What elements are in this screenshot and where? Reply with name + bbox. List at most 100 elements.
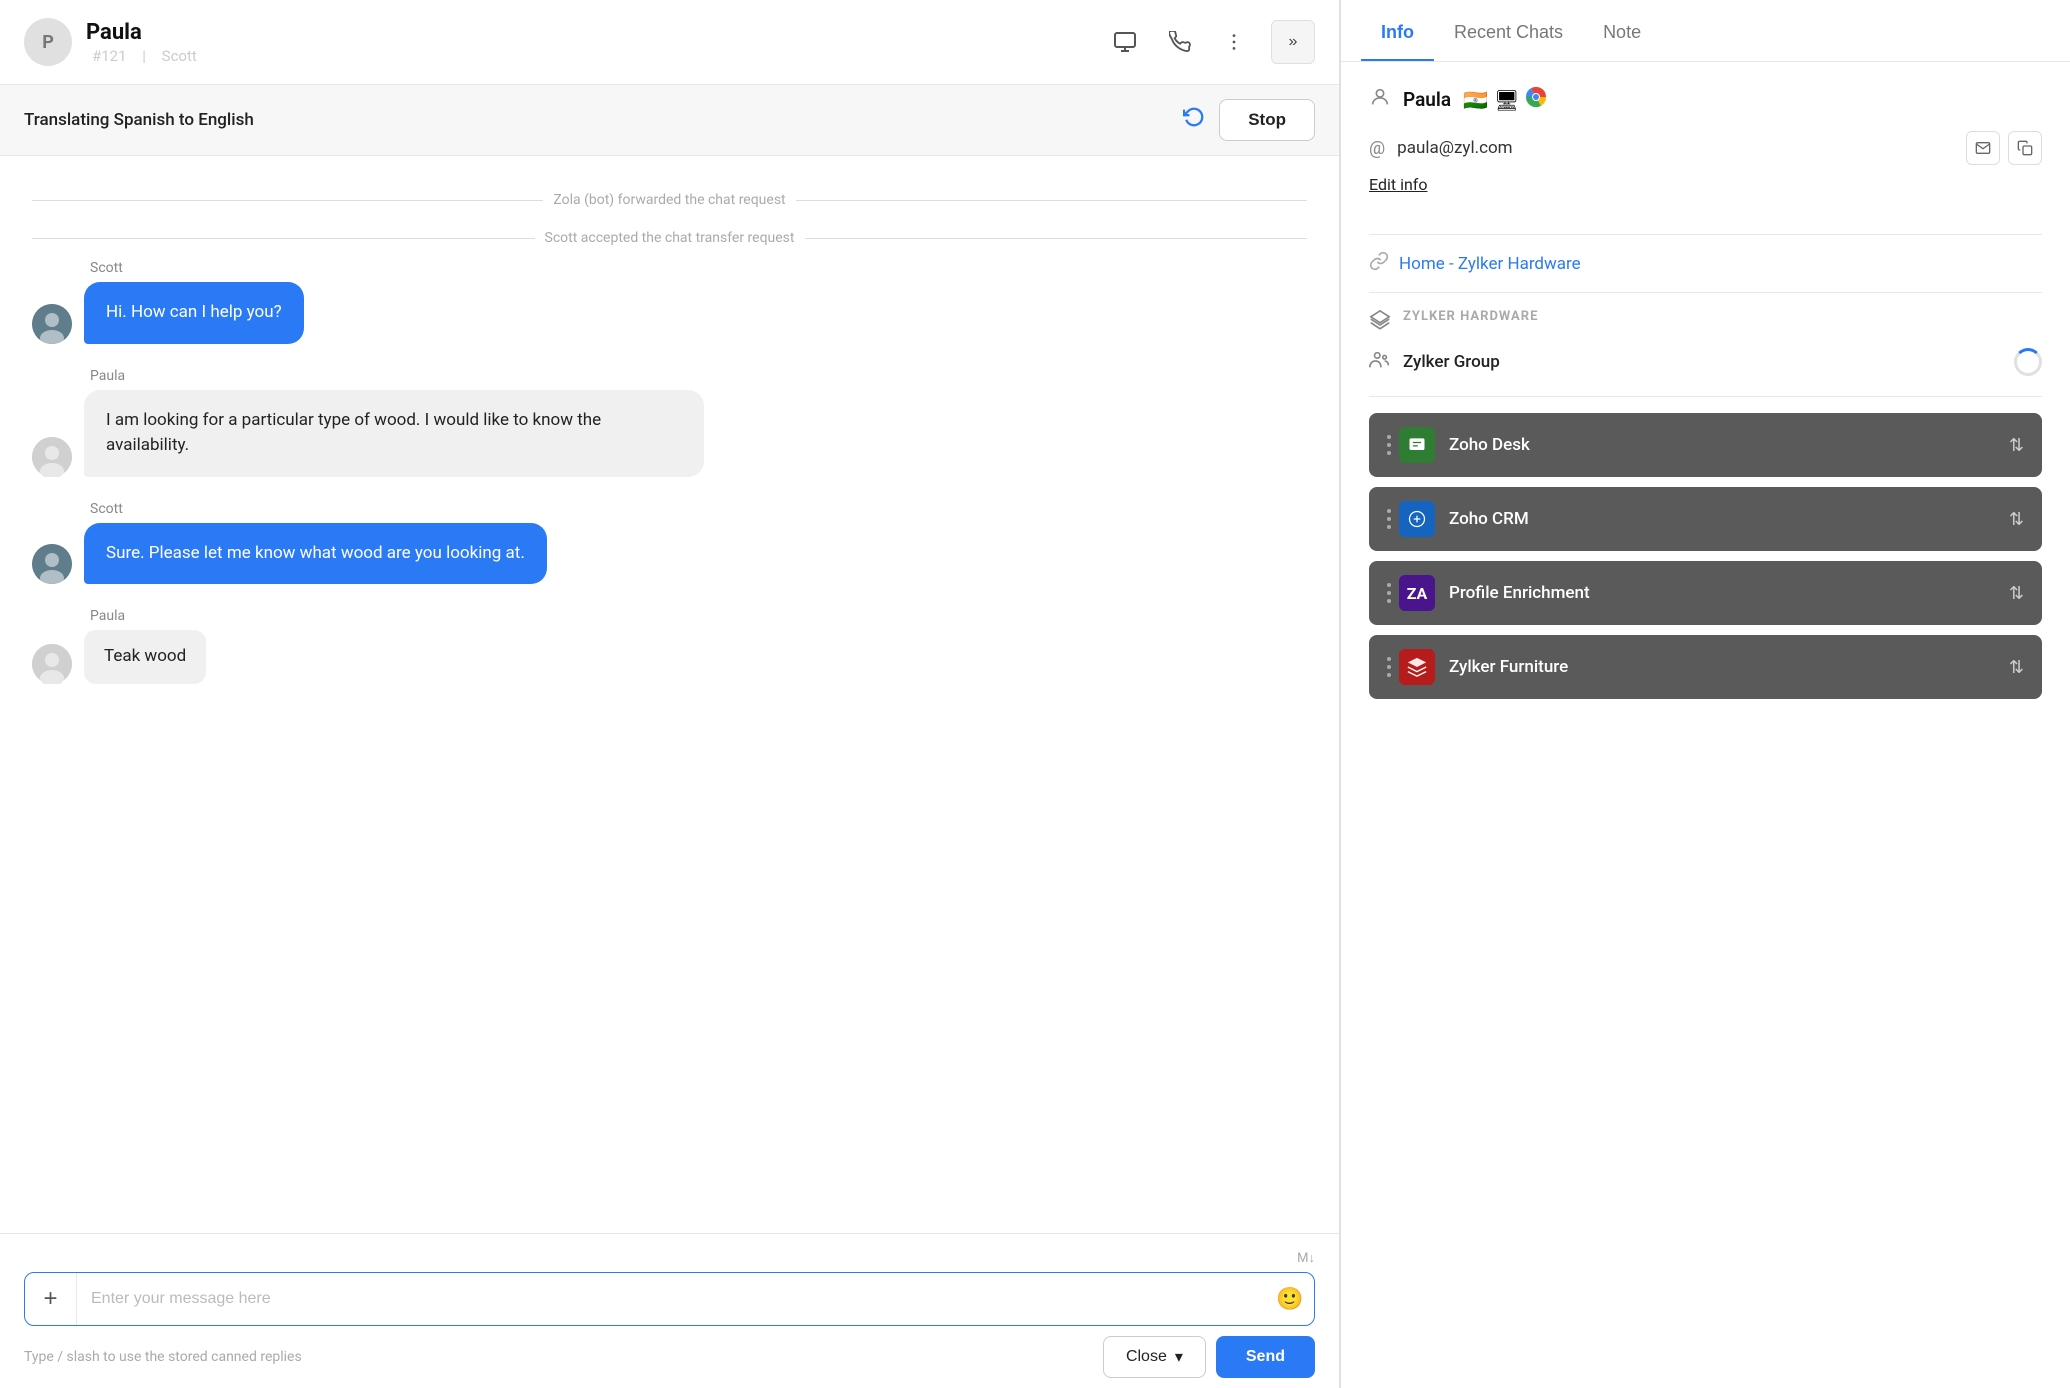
emoji-icon: 🙂 [1276,1286,1303,1312]
send-email-button[interactable] [1966,131,2000,165]
integration-zylker-furniture[interactable]: Zylker Furniture ⇅ [1369,635,2042,699]
screen-share-button[interactable] [1107,24,1143,60]
translation-actions: Stop [1183,99,1315,141]
message-bubble-2: I am looking for a particular type of wo… [84,390,704,477]
drag-handle-furniture [1387,657,1391,677]
integrations-section: Zoho Desk ⇅ Zoho CRM ⇅ [1369,413,2042,699]
sender-label-scott-2: Scott [90,501,1307,517]
link-icon [1369,251,1389,276]
message-row-2: I am looking for a particular type of wo… [32,390,1307,477]
sender-label-scott-1: Scott [90,260,1307,276]
integration-zoho-crm[interactable]: Zoho CRM ⇅ [1369,487,2042,551]
profile-enrichment-icon: ZA [1399,575,1435,611]
ticket-number: #121 [92,47,127,65]
integration-profile-enrichment[interactable]: ZA Profile Enrichment ⇅ [1369,561,2042,625]
copy-email-button[interactable] [2008,131,2042,165]
screen-share-icon [1113,30,1137,54]
message-group-2: Paula I am looking for a particular type… [32,368,1307,477]
scott-avatar-2 [32,544,72,584]
phone-button[interactable] [1163,25,1197,59]
message-input[interactable] [77,1273,1266,1325]
group-name: Zylker Group [1403,352,1500,372]
markdown-indicator: M↓ [24,1250,1315,1266]
copy-icon [2017,140,2033,156]
email-action-buttons [1966,131,2042,165]
divider-3 [1369,396,2042,397]
tab-recent-chats[interactable]: Recent Chats [1434,0,1583,61]
more-icon [1223,31,1245,53]
system-message-2: Scott accepted the chat transfer request [32,230,1307,246]
system-message-1: Zola (bot) forwarded the chat request [32,192,1307,208]
integration-zoho-desk[interactable]: Zoho Desk ⇅ [1369,413,2042,477]
footer-buttons: Close ▾ Send [1103,1336,1315,1378]
company-name-label: ZYLKER HARDWARE [1403,309,1538,324]
info-panel: Info Recent Chats Note Paula 🇮🇳 🖥 [1340,0,2070,1388]
translation-bar: Translating Spanish to English Stop [0,85,1339,156]
message-row-4: Teak wood [32,630,1307,684]
chat-header: P Paula #121 | Scott [0,0,1339,85]
group-loader [2014,348,2042,376]
input-area: M↓ + 🙂 Type / slash to use the stored ca… [0,1233,1339,1388]
stop-button[interactable]: Stop [1219,99,1315,141]
contact-row: Paula 🇮🇳 🖥 [1369,86,2042,113]
drag-handle-desk [1387,435,1391,455]
contact-person-icon [1369,86,1391,113]
more-options-button[interactable] [1217,25,1251,59]
agent-name: Scott [162,47,197,65]
divider-1 [1369,234,2042,235]
expand-button[interactable]: » [1271,20,1315,64]
info-content: Paula 🇮🇳 🖥 [1341,62,2070,1388]
browser-mac-icon: 🖥 [1494,88,1519,112]
company-section: ZYLKER HARDWARE Zylker Group [1369,309,2042,380]
header-subtitle: #121 | Scott [86,47,1107,65]
contact-avatar: P [24,18,72,66]
refresh-icon [1183,106,1205,128]
tab-note[interactable]: Note [1583,0,1661,61]
scott-avatar-img-2 [32,544,72,584]
tab-info[interactable]: Info [1361,0,1434,61]
zoho-desk-icon [1399,427,1435,463]
message-group-4: Paula Teak wood [32,608,1307,684]
drag-handle-crm [1387,509,1391,529]
divider-2 [1369,292,2042,293]
add-attachment-button[interactable]: + [25,1273,77,1325]
messages-area: Zola (bot) forwarded the chat request Sc… [0,156,1339,1233]
envelope-icon [1975,140,1991,156]
zylker-furniture-expand-icon: ⇅ [2009,657,2024,678]
message-bubble-4: Teak wood [84,630,206,684]
drag-handle-enrichment [1387,583,1391,603]
send-button[interactable]: Send [1216,1336,1315,1378]
close-label: Close [1126,1348,1167,1366]
paula-avatar-img [32,437,72,477]
refresh-translation-button[interactable] [1183,106,1205,134]
paula-avatar-2 [32,644,72,684]
link-row: Home - Zylker Hardware [1369,251,2042,276]
flag-india: 🇮🇳 [1463,88,1488,112]
scott-avatar-img [32,304,72,344]
contact-flags: 🇮🇳 🖥 [1463,86,1547,113]
contact-name: Paula [86,20,1107,45]
message-row-3: Sure. Please let me know what wood are y… [32,523,1307,585]
message-input-row: + 🙂 [24,1272,1315,1326]
paula-avatar-1 [32,437,72,477]
info-tabs: Info Recent Chats Note [1341,0,2070,62]
sender-label-paula-2: Paula [90,608,1307,624]
emoji-button[interactable]: 🙂 [1266,1273,1314,1325]
header-info: Paula #121 | Scott [86,20,1107,65]
header-actions: » [1107,20,1315,64]
input-footer: Type / slash to use the stored canned re… [24,1336,1315,1378]
separator: | [142,47,146,65]
scott-avatar-1 [32,304,72,344]
zoho-crm-label: Zoho CRM [1449,509,2009,529]
close-button[interactable]: Close ▾ [1103,1336,1206,1378]
contact-email: paula@zyl.com [1397,138,1512,158]
edit-info-link[interactable]: Edit info [1369,175,1427,198]
browser-chrome-icon [1525,86,1547,113]
message-bubble-1: Hi. How can I help you? [84,282,304,344]
profile-enrichment-label: Profile Enrichment [1449,583,2009,603]
zoho-desk-label: Zoho Desk [1449,435,2009,455]
expand-icon: » [1289,33,1298,51]
contact-display-name: Paula [1403,88,1451,111]
message-row-1: Hi. How can I help you? [32,282,1307,344]
company-link[interactable]: Home - Zylker Hardware [1399,254,1581,274]
